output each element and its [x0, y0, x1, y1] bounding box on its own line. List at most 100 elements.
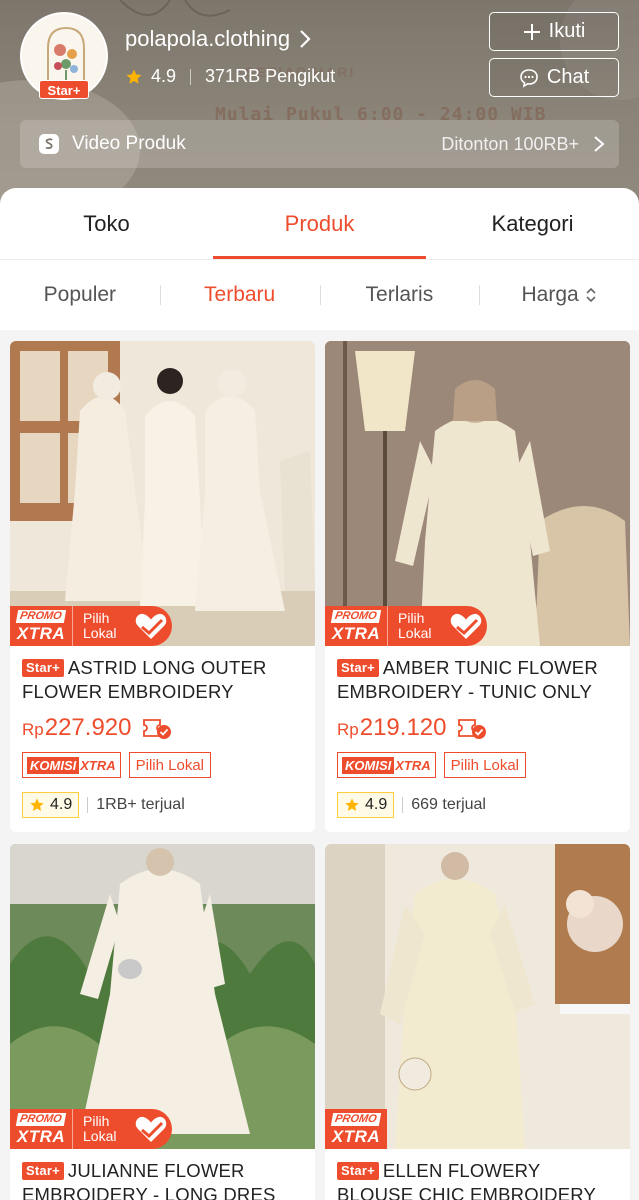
- tab-toko[interactable]: Toko: [0, 188, 213, 259]
- pilih-label: Pilih: [83, 1113, 110, 1129]
- sort-terbaru-label: Terbaru: [204, 283, 276, 306]
- sort-harga[interactable]: Harga: [479, 283, 639, 307]
- komisi-label: KOMISI: [342, 756, 395, 774]
- star-icon: [30, 798, 44, 811]
- pilih-lokal-badge: Pilih Lokal: [387, 606, 487, 646]
- product-photo: [10, 844, 315, 1149]
- plus-icon: [523, 23, 540, 40]
- chat-button[interactable]: Chat: [489, 58, 619, 97]
- product-image[interactable]: PROMO XTRA Pilih Lokal: [10, 844, 315, 1149]
- komisi-xtra-tag: KOMISI XTRA: [22, 752, 121, 778]
- sort-terlaris[interactable]: Terlaris: [319, 283, 480, 307]
- sort-populer-label: Populer: [43, 283, 117, 306]
- rating-badge: 4.9: [337, 792, 395, 818]
- sort-arrows-icon: [586, 287, 596, 303]
- rating-row: 4.9 669 terjual: [337, 792, 618, 818]
- currency: Rp: [337, 720, 359, 739]
- tab-kategori[interactable]: Kategori: [426, 188, 639, 259]
- shop-name-text: polapola.clothing: [125, 26, 291, 51]
- product-sold: 1RB+ terjual: [96, 796, 185, 813]
- promo-label: PROMO: [16, 610, 66, 623]
- pilih-lokal-badge: Pilih Lokal: [72, 606, 172, 646]
- divider: [402, 797, 404, 813]
- sort-bar: Populer Terbaru Terlaris Harga: [0, 260, 639, 330]
- lokal-label: Lokal: [83, 625, 117, 641]
- star-icon: [126, 69, 142, 84]
- shop-meta: 4.9 371RB Pengikut: [125, 66, 335, 87]
- komisi-xtra-label: XTRA: [395, 757, 431, 773]
- video-icon: [39, 134, 59, 154]
- promo-label: PROMO: [16, 1113, 66, 1126]
- product-card[interactable]: PROMO XTRA Pilih Lokal Star+ JULIANNE FLOW…: [10, 844, 315, 1200]
- product-sold: 669 terjual: [411, 796, 486, 813]
- product-title[interactable]: Star+ JULIANNE FLOWER EMBROIDERY - LONG D…: [22, 1159, 303, 1200]
- promo-xtra-badge: PROMO XTRA: [10, 1109, 72, 1149]
- product-rating: 4.9: [50, 796, 73, 813]
- chat-label: Chat: [546, 66, 590, 88]
- price-row: Rp 219.120: [337, 714, 618, 742]
- product-title[interactable]: Star+ AMBER TUNIC FLOWER EMBROIDERY - TUN…: [337, 656, 618, 704]
- product-title[interactable]: Star+ ELLEN FLOWERY BLOUSE CHIC EMBROIDER…: [337, 1159, 618, 1200]
- promo-label: PROMO: [331, 1113, 381, 1126]
- pilih-lokal-tag: Pilih Lokal: [443, 752, 526, 778]
- video-label: Video Produk: [72, 133, 186, 154]
- star-plus-badge: Star+: [39, 80, 89, 99]
- product-price: 219.120: [359, 714, 447, 741]
- product-tags: KOMISI XTRA Pilih Lokal: [337, 752, 618, 778]
- promo-xtra-badge: PROMO XTRA: [325, 606, 387, 646]
- xtra-label: XTRA: [16, 624, 66, 643]
- product-tags: KOMISI XTRA Pilih Lokal: [22, 752, 303, 778]
- follow-label: Ikuti: [548, 20, 586, 42]
- product-card[interactable]: PROMO XTRA Star+ ELLEN FLOWERY BLOUSE CHI…: [325, 844, 630, 1200]
- xtra-label: XTRA: [16, 1127, 66, 1146]
- sort-harga-label: Harga: [521, 283, 579, 306]
- product-card[interactable]: PROMO XTRA Pilih Lokal Star+ ASTRID LONG O…: [10, 341, 315, 832]
- heart-icon: [135, 613, 167, 639]
- rating-badge: 4.9: [22, 792, 80, 818]
- lokal-label: Lokal: [398, 625, 432, 641]
- currency: Rp: [22, 720, 44, 739]
- follow-button[interactable]: Ikuti: [489, 12, 619, 51]
- voucher-check-icon: [142, 719, 171, 739]
- sort-terbaru[interactable]: Terbaru: [159, 283, 320, 307]
- product-image[interactable]: PROMO XTRA Pilih Lokal: [10, 341, 315, 646]
- chat-bubble-icon: [520, 68, 538, 88]
- product-photo: [325, 844, 630, 1149]
- product-title[interactable]: Star+ ASTRID LONG OUTER FLOWER EMBROIDERY: [22, 656, 303, 704]
- komisi-xtra-tag: KOMISI XTRA: [337, 752, 436, 778]
- divider: [87, 797, 89, 813]
- promo-label: PROMO: [331, 610, 381, 623]
- divider: [190, 68, 192, 85]
- shop-rating: 4.9: [151, 66, 177, 86]
- star-plus-tag: Star+: [337, 659, 379, 677]
- shop-tabs: Toko Produk Kategori: [0, 188, 639, 260]
- product-image[interactable]: PROMO XTRA: [325, 844, 630, 1149]
- product-image[interactable]: PROMO XTRA Pilih Lokal: [325, 341, 630, 646]
- xtra-label: XTRA: [331, 1127, 381, 1146]
- komisi-xtra-label: XTRA: [80, 757, 116, 773]
- pilih-lokal-badge: Pilih Lokal: [72, 1109, 172, 1149]
- promo-xtra-badge: PROMO XTRA: [325, 1109, 387, 1149]
- star-icon: [345, 798, 359, 811]
- lokal-label: Lokal: [83, 1128, 117, 1144]
- video-views: Ditonton 100RB+: [441, 133, 579, 154]
- shop-header: SETIAP HARI Mulai Pukul 6:00 - 24:00 WIB…: [0, 0, 639, 215]
- promo-xtra-badge: PROMO XTRA: [10, 606, 72, 646]
- tab-produk[interactable]: Produk: [213, 188, 426, 259]
- product-photo: [325, 341, 630, 646]
- sort-terlaris-label: Terlaris: [365, 283, 434, 306]
- chevron-right-icon: [594, 136, 605, 152]
- price-row: Rp 227.920: [22, 714, 303, 742]
- star-plus-tag: Star+: [22, 1162, 64, 1180]
- product-rating: 4.9: [365, 796, 388, 813]
- sort-populer[interactable]: Populer: [0, 283, 160, 307]
- heart-icon: [135, 1116, 167, 1142]
- product-card[interactable]: PROMO XTRA Pilih Lokal Star+ AMBER TUNIC F…: [325, 341, 630, 832]
- shop-name[interactable]: polapola.clothing: [125, 26, 312, 52]
- video-product-bar[interactable]: Video Produk Ditonton 100RB+: [20, 120, 619, 168]
- rating-row: 4.9 1RB+ terjual: [22, 792, 303, 818]
- promo-xtra-banner: PROMO XTRA Pilih Lokal: [325, 606, 487, 646]
- promo-xtra-banner: PROMO XTRA Pilih Lokal: [10, 606, 172, 646]
- star-plus-tag: Star+: [22, 659, 64, 677]
- pilih-lokal-tag: Pilih Lokal: [128, 752, 211, 778]
